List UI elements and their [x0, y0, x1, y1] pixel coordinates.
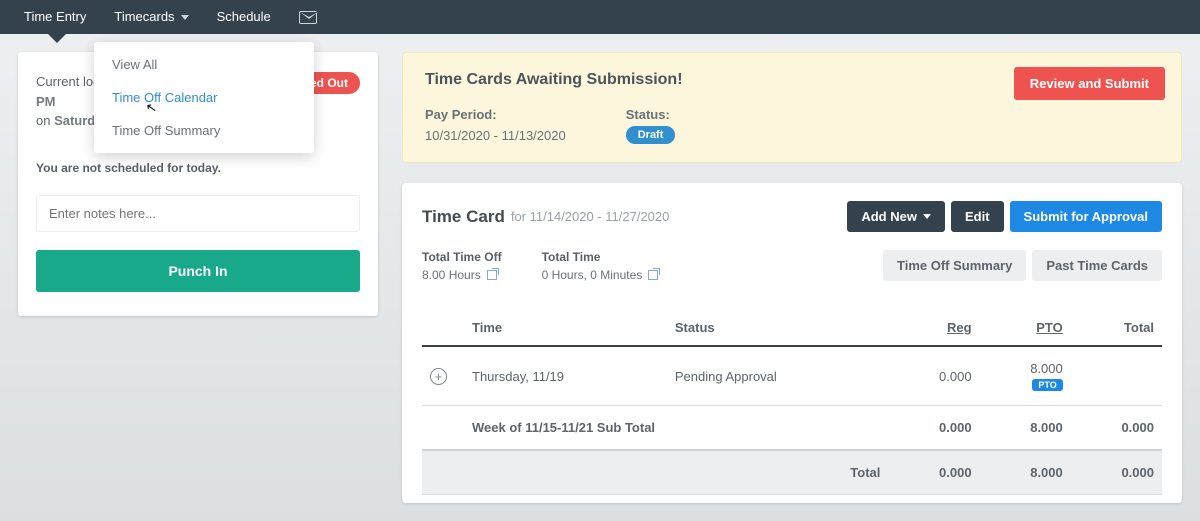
dropdown-time-off-calendar[interactable]: Time Off Calendar: [94, 81, 314, 114]
past-time-cards-button[interactable]: Past Time Cards: [1032, 250, 1162, 281]
time-card-range: for 11/14/2020 - 11/27/2020: [511, 209, 670, 224]
notes-input[interactable]: [36, 195, 360, 232]
edit-button[interactable]: Edit: [951, 201, 1004, 232]
add-new-label: Add New: [861, 209, 917, 224]
total-time-off-value: 8.00 Hours: [422, 268, 481, 282]
dropdown-view-all[interactable]: View All: [94, 48, 314, 81]
review-submit-button[interactable]: Review and Submit: [1014, 67, 1165, 100]
awaiting-submission-card: Review and Submit Time Cards Awaiting Su…: [402, 52, 1182, 163]
top-nav: Time Entry Timecards Schedule: [0, 0, 1200, 34]
nav-time-entry-label: Time Entry: [24, 0, 86, 34]
dropdown-time-off-summary[interactable]: Time Off Summary: [94, 114, 314, 147]
grand-reg: 0.000: [888, 450, 979, 495]
current-log-on: on: [36, 113, 54, 128]
status-label: Status:: [626, 107, 676, 122]
subtotal-total: 0.000: [1071, 406, 1162, 451]
time-card-panel: Time Card for 11/14/2020 - 11/27/2020 Ad…: [402, 183, 1182, 503]
external-link-icon[interactable]: [648, 270, 658, 280]
punch-in-button[interactable]: Punch In: [36, 250, 360, 292]
chevron-down-icon: [181, 15, 189, 20]
pay-period-value: 10/31/2020 - 11/13/2020: [425, 128, 566, 143]
row-status: Pending Approval: [667, 346, 889, 406]
subtotal-pto: 8.000: [980, 406, 1071, 451]
time-off-summary-button[interactable]: Time Off Summary: [883, 250, 1026, 281]
nav-time-entry[interactable]: Time Entry: [10, 0, 100, 34]
nav-schedule[interactable]: Schedule: [203, 0, 285, 34]
status-pill: Draft: [626, 126, 676, 144]
current-log-prefix: Current log: [36, 74, 100, 89]
row-pto: 8.000 PTO: [980, 346, 1071, 406]
expand-row-icon[interactable]: +: [430, 368, 447, 385]
grand-pto: 8.000: [980, 450, 1071, 495]
table-row: + Thursday, 11/19 Pending Approval 0.000…: [422, 346, 1162, 406]
total-time-label: Total Time: [542, 250, 659, 264]
mail-icon: [299, 11, 317, 24]
time-card-table: Time Status Reg PTO Total + Thursday, 11…: [422, 310, 1162, 495]
chevron-down-icon: [923, 214, 931, 219]
subtotal-reg: 0.000: [888, 406, 979, 451]
grand-label: Total: [667, 450, 889, 495]
subtotal-label: Week of 11/15-11/21 Sub Total: [464, 406, 888, 451]
total-row: Total 0.000 8.000 0.000: [422, 450, 1162, 495]
total-time-value: 0 Hours, 0 Minutes: [542, 268, 643, 282]
row-reg: 0.000: [888, 346, 979, 406]
col-time: Time: [464, 310, 667, 346]
row-day: Thursday, 11/19: [464, 346, 667, 406]
pto-badge: PTO: [1032, 379, 1062, 391]
not-scheduled-text: You are not scheduled for today.: [36, 161, 360, 175]
submit-approval-button[interactable]: Submit for Approval: [1010, 201, 1162, 232]
col-status: Status: [667, 310, 889, 346]
row-total: [1071, 346, 1162, 406]
timecards-dropdown: View All Time Off Calendar Time Off Summ…: [94, 42, 314, 153]
total-time-off-label: Total Time Off: [422, 250, 502, 264]
external-link-icon[interactable]: [487, 270, 497, 280]
nav-schedule-label: Schedule: [217, 0, 271, 34]
add-new-button[interactable]: Add New: [847, 201, 945, 232]
nav-timecards[interactable]: Timecards: [100, 0, 202, 34]
col-total: Total: [1071, 310, 1162, 346]
col-pto[interactable]: PTO: [980, 310, 1071, 346]
time-card-title: Time Card: [422, 207, 505, 227]
col-reg[interactable]: Reg: [888, 310, 979, 346]
nav-mail[interactable]: [285, 0, 331, 34]
pay-period-label: Pay Period:: [425, 107, 566, 122]
grand-total: 0.000: [1071, 450, 1162, 495]
subtotal-row: Week of 11/15-11/21 Sub Total 0.000 8.00…: [422, 406, 1162, 451]
nav-timecards-label: Timecards: [114, 0, 174, 34]
